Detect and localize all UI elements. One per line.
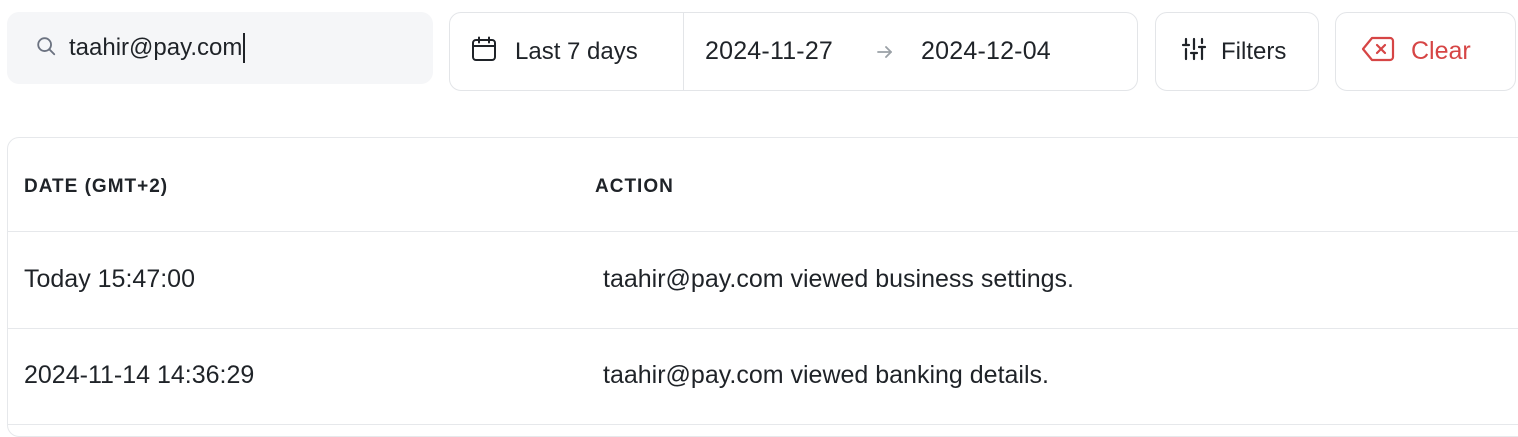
toolbar: taahir@pay.com Last 7 days 2024-11-27 20… <box>0 0 1518 100</box>
arrow-right-icon <box>875 42 895 62</box>
search-icon <box>35 35 57 62</box>
search-value[interactable]: taahir@pay.com <box>69 33 246 63</box>
date-range-values: 2024-11-27 2024-12-04 <box>684 13 1137 90</box>
audit-log-table: DATE (GMT+2) ACTION Today 15:47:00 taahi… <box>7 137 1518 437</box>
column-header-date[interactable]: DATE (GMT+2) <box>24 176 168 198</box>
start-date[interactable]: 2024-11-27 <box>705 37 833 66</box>
row-date: 2024-11-14 14:36:29 <box>24 361 255 389</box>
table-row[interactable]: Today 15:47:00 taahir@pay.com viewed bus… <box>8 233 1518 329</box>
backspace-x-icon <box>1361 35 1395 68</box>
calendar-icon <box>470 35 498 68</box>
row-action: taahir@pay.com viewed business settings. <box>603 265 1074 293</box>
date-preset-label: Last 7 days <box>515 37 638 65</box>
sliders-icon <box>1181 36 1207 67</box>
column-header-action[interactable]: ACTION <box>595 176 674 198</box>
clear-button[interactable]: Clear <box>1335 12 1516 91</box>
table-header: DATE (GMT+2) ACTION <box>8 138 1518 232</box>
date-preset-button[interactable]: Last 7 days <box>450 13 684 90</box>
end-date[interactable]: 2024-12-04 <box>921 37 1051 66</box>
date-range-picker: Last 7 days 2024-11-27 2024-12-04 <box>449 12 1138 91</box>
row-action: taahir@pay.com viewed banking details. <box>603 361 1049 389</box>
search-input[interactable]: taahir@pay.com <box>7 12 433 84</box>
filters-button[interactable]: Filters <box>1155 12 1319 91</box>
filters-label: Filters <box>1221 37 1287 65</box>
clear-label: Clear <box>1411 37 1471 65</box>
row-date: Today 15:47:00 <box>24 265 195 293</box>
